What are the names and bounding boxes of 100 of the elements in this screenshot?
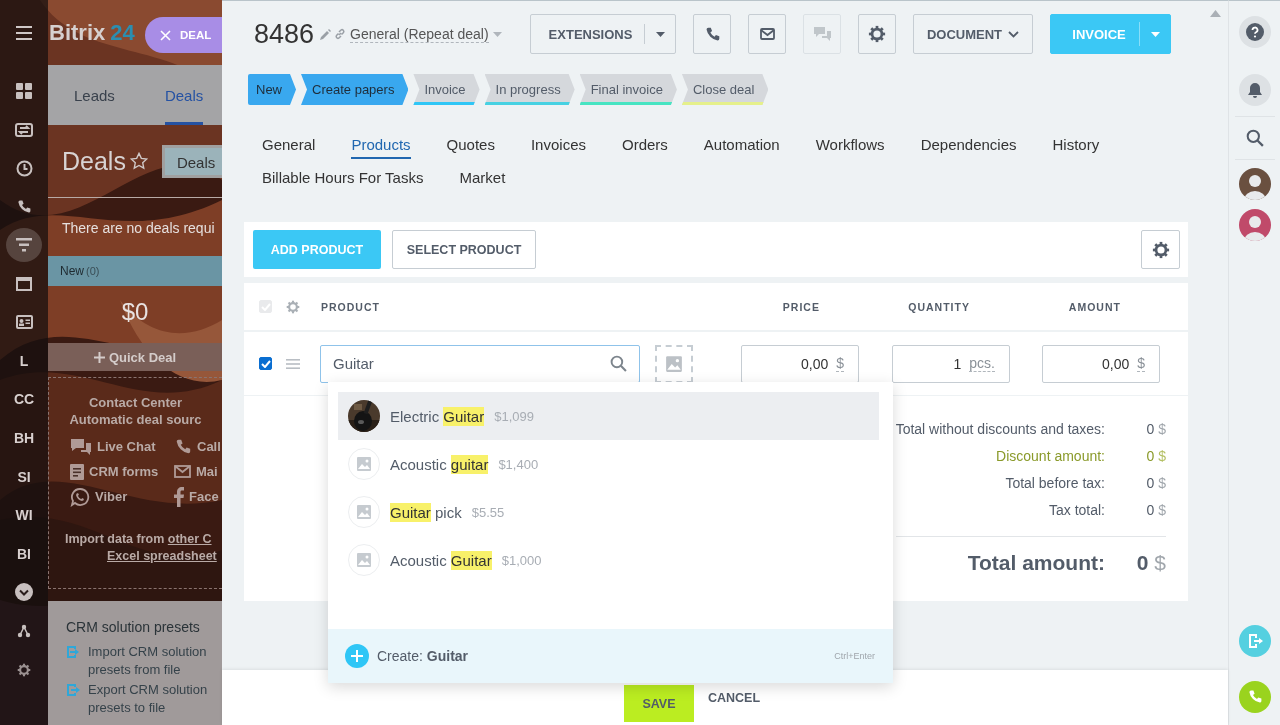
stage[interactable]: Create papers <box>301 74 409 105</box>
chevron-down-icon <box>1008 30 1020 38</box>
tab[interactable]: Quotes <box>446 136 495 159</box>
grid-icon[interactable] <box>16 83 32 100</box>
source-link[interactable]: Face <box>189 489 219 504</box>
plus-icon <box>93 351 105 363</box>
tab[interactable]: Products <box>351 136 411 159</box>
network-icon[interactable] <box>17 624 31 638</box>
presets-title: CRM solution presets <box>66 619 201 635</box>
source-link[interactable]: Call <box>197 439 221 454</box>
column-header: PRODUCT <box>321 300 380 313</box>
create-product-option[interactable]: Create: Guitar Ctrl+Enter <box>328 629 893 683</box>
arrows-icon[interactable] <box>15 121 33 138</box>
notifications-button[interactable] <box>1238 74 1271 106</box>
stage[interactable]: Invoice <box>413 74 480 105</box>
extensions-button[interactable]: EXTENSIONS <box>530 14 676 54</box>
image-icon <box>356 552 372 568</box>
source-link[interactable]: Mai <box>196 464 218 479</box>
clock-icon[interactable] <box>15 160 33 177</box>
stage[interactable]: New <box>248 74 296 105</box>
tab[interactable]: History <box>1052 136 1100 159</box>
search-icon[interactable] <box>1245 129 1264 147</box>
source-link[interactable]: CRM forms <box>89 464 159 479</box>
amount-field[interactable]: 0,00 $ <box>1042 344 1160 383</box>
checkbox[interactable] <box>259 357 272 370</box>
window-icon[interactable] <box>16 276 32 291</box>
preset-link[interactable]: Export CRM solution presets to file <box>88 681 213 717</box>
total-label: Total before tax: <box>1005 474 1105 493</box>
stage[interactable]: In progress <box>484 74 575 105</box>
stage[interactable]: Final invoice <box>579 74 677 105</box>
source-link[interactable]: Viber <box>95 489 128 504</box>
nav-item[interactable] <box>6 228 42 263</box>
image-icon <box>665 354 683 373</box>
logo: Bitrix 24 <box>49 19 135 46</box>
notice-text: There are no deals requi <box>61 219 216 238</box>
facebook-icon <box>174 486 184 507</box>
column-header: QUANTITY <box>907 300 970 313</box>
column-header: PRICE <box>781 300 820 313</box>
total-value: 0 $ <box>1145 474 1166 493</box>
page-title: Deals <box>62 146 126 176</box>
tab[interactable]: Leads <box>74 65 115 125</box>
product-price: $1,099 <box>494 408 534 424</box>
nav-item[interactable]: BH <box>6 418 42 458</box>
total-amount-label: Total amount: <box>967 551 1105 575</box>
contact-card-icon[interactable] <box>15 315 33 330</box>
settings-button[interactable] <box>858 14 896 54</box>
avatar[interactable] <box>1238 209 1271 241</box>
help-button[interactable] <box>1238 16 1271 48</box>
tab[interactable]: Automation <box>703 136 780 159</box>
drag-handle-icon[interactable] <box>286 358 300 369</box>
chevron-down-icon[interactable] <box>15 583 33 602</box>
quick-deal-button[interactable]: Quick Deal <box>48 343 222 371</box>
total-value: 0 $ <box>1145 501 1166 520</box>
tab[interactable]: Orders <box>622 136 668 159</box>
filter-button[interactable]: Deals <box>161 144 222 178</box>
create-label: Create: Guitar <box>377 648 469 664</box>
suggestion-item[interactable]: Acoustic Guitar $1,000 <box>338 536 879 584</box>
phone-icon[interactable] <box>174 437 192 456</box>
nav-item[interactable]: BI <box>6 534 42 574</box>
cancel-button[interactable]: CANCEL <box>707 690 761 705</box>
menu-icon[interactable] <box>16 26 32 40</box>
gear-icon <box>1151 240 1170 259</box>
envelope-icon <box>759 28 775 40</box>
save-button[interactable]: SAVE <box>623 685 694 722</box>
product-price: $5.55 <box>471 504 505 520</box>
widget-subtitle: Automatic deal sourc <box>68 411 203 428</box>
import-link[interactable]: other C <box>167 532 212 546</box>
category-selector[interactable]: General (Repeat deal) <box>350 25 489 43</box>
select-product-button[interactable]: SELECT PRODUCT <box>392 230 536 269</box>
suggestion-item[interactable]: Electric Guitar $1,099 <box>338 392 879 440</box>
star-icon[interactable] <box>129 152 148 170</box>
document-button[interactable]: DOCUMENT <box>913 14 1033 54</box>
nav-item[interactable]: L <box>6 341 42 381</box>
tab[interactable]: Market <box>459 169 506 192</box>
avatar[interactable] <box>1238 168 1271 200</box>
tab[interactable]: Invoices <box>530 136 586 159</box>
nav-item[interactable]: CC <box>6 380 42 419</box>
email-button[interactable] <box>748 14 786 54</box>
tab[interactable]: Billable Hours For Tasks <box>262 169 424 192</box>
nav-item[interactable]: WI <box>6 495 42 535</box>
call-button[interactable] <box>693 14 731 54</box>
total-value: 0 $ <box>1145 447 1166 466</box>
plus-icon <box>345 644 369 668</box>
caret-icon[interactable] <box>655 31 665 37</box>
stage[interactable]: Close deal <box>681 74 769 105</box>
settings-button[interactable] <box>1141 230 1180 269</box>
nav-item[interactable]: SI <box>6 457 42 496</box>
search-icon[interactable] <box>610 355 627 372</box>
settings-icon[interactable] <box>17 662 31 677</box>
filter-icon[interactable] <box>16 238 32 253</box>
bell-icon <box>1246 81 1263 99</box>
suggestion-item[interactable]: Guitar pick $5.55 <box>338 488 879 536</box>
tab[interactable]: Workflows <box>815 136 885 159</box>
total-value: 0 $ <box>1145 420 1166 439</box>
tab[interactable]: General <box>262 136 316 159</box>
source-link[interactable]: Live Chat <box>97 439 156 454</box>
quantity-field[interactable]: 1 pcs. <box>892 344 1010 383</box>
tab[interactable]: Dependencies <box>920 136 1017 159</box>
excel-link[interactable]: Excel spreadsheet <box>65 548 222 565</box>
preset-link[interactable]: Import CRM solution presets from file <box>88 643 213 679</box>
